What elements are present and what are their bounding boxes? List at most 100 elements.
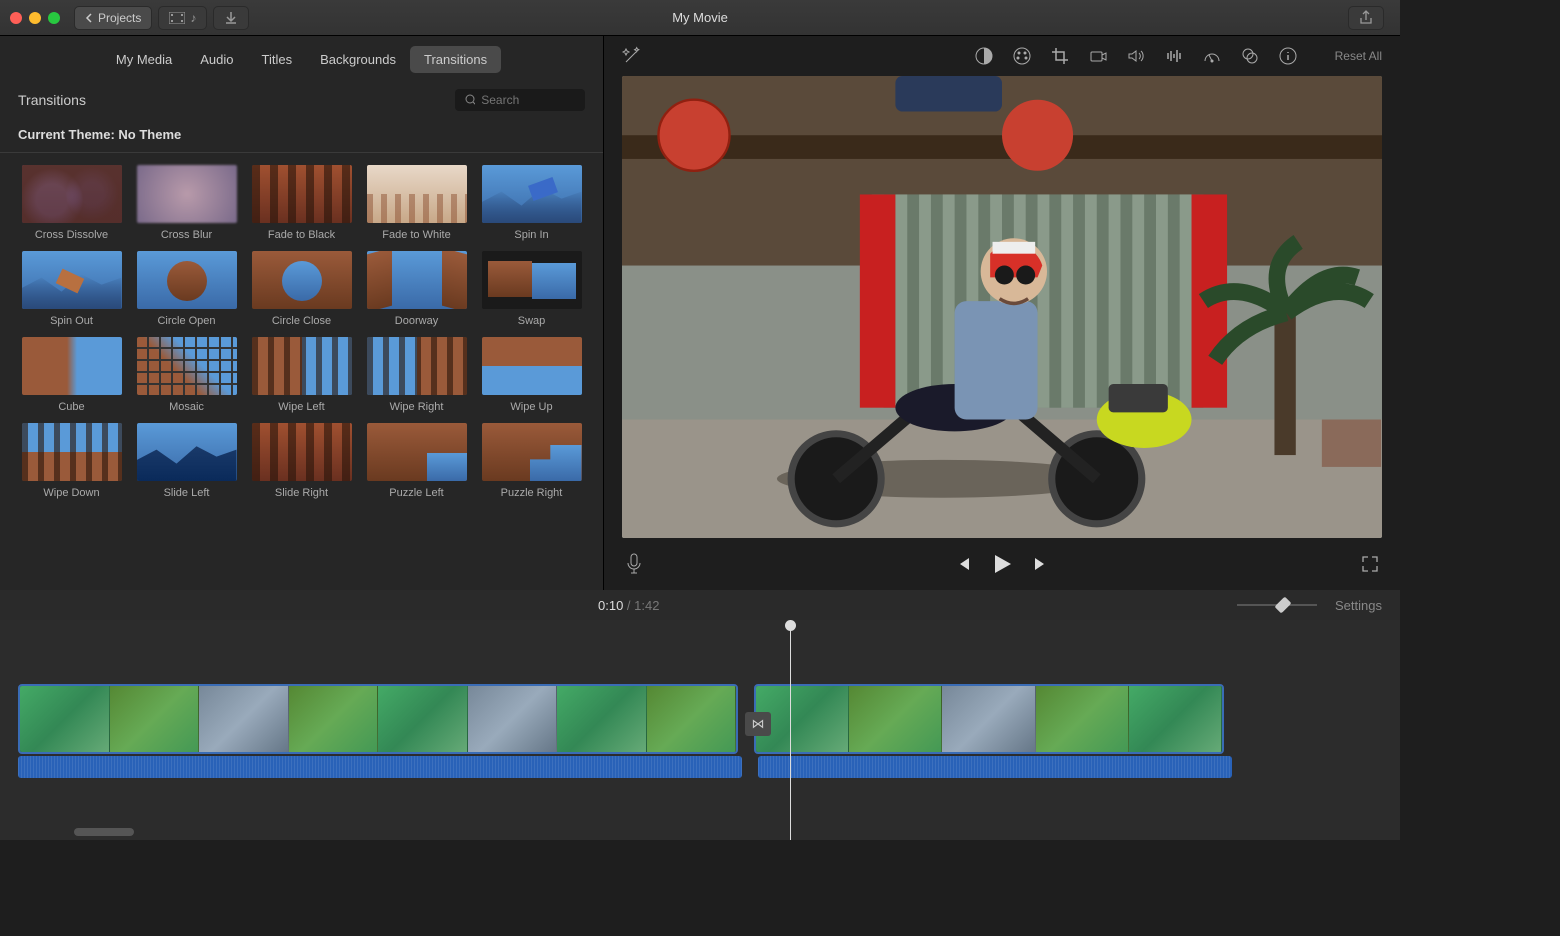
palette-icon xyxy=(1013,47,1031,65)
download-icon xyxy=(224,11,238,25)
projects-back-button[interactable]: Projects xyxy=(74,6,152,30)
transition-item[interactable]: Circle Open xyxy=(133,251,240,327)
transition-thumbnail xyxy=(482,337,582,395)
maximize-window-button[interactable] xyxy=(48,12,60,24)
transition-thumbnail xyxy=(252,337,352,395)
transition-label: Circle Open xyxy=(157,315,215,327)
import-button[interactable] xyxy=(213,6,249,30)
transition-thumbnail xyxy=(137,251,237,309)
filter-button[interactable] xyxy=(1241,47,1259,65)
crop-button[interactable] xyxy=(1051,47,1069,65)
browser-panel: My Media Audio Titles Backgrounds Transi… xyxy=(0,36,604,590)
transition-item[interactable]: Slide Left xyxy=(133,423,240,499)
close-window-button[interactable] xyxy=(10,12,22,24)
transition-item[interactable]: Fade to White xyxy=(363,165,470,241)
media-library-button[interactable]: ♪ xyxy=(158,6,207,30)
tab-titles[interactable]: Titles xyxy=(248,46,307,73)
panel-title: Transitions xyxy=(18,92,86,108)
transition-label: Wipe Down xyxy=(43,487,99,499)
transition-item[interactable]: Puzzle Right xyxy=(478,423,585,499)
search-input[interactable] xyxy=(481,93,575,107)
transition-item[interactable]: Cross Dissolve xyxy=(18,165,125,241)
color-correction-button[interactable] xyxy=(1013,47,1031,65)
audio-clip-2[interactable] xyxy=(758,756,1232,778)
zoom-slider[interactable] xyxy=(1237,599,1317,611)
enhance-button[interactable] xyxy=(622,46,642,66)
search-box[interactable] xyxy=(455,89,585,111)
transition-item[interactable]: Wipe Up xyxy=(478,337,585,413)
share-button[interactable] xyxy=(1348,6,1384,30)
transition-label: Mosaic xyxy=(169,401,204,413)
voiceover-button[interactable] xyxy=(626,553,642,575)
window-title: My Movie xyxy=(672,10,728,25)
info-button[interactable] xyxy=(1279,47,1297,65)
transition-item[interactable]: Wipe Left xyxy=(248,337,355,413)
fullscreen-button[interactable] xyxy=(1362,556,1378,572)
transition-item[interactable]: Doorway xyxy=(363,251,470,327)
transition-item[interactable]: Slide Right xyxy=(248,423,355,499)
tab-backgrounds[interactable]: Backgrounds xyxy=(306,46,410,73)
transition-label: Cube xyxy=(58,401,84,413)
window-controls xyxy=(10,12,60,24)
contrast-icon xyxy=(975,47,993,65)
transition-marker[interactable]: ⋈ xyxy=(745,712,771,736)
transition-item[interactable]: Circle Close xyxy=(248,251,355,327)
transition-item[interactable]: Cross Blur xyxy=(133,165,240,241)
video-clip-1[interactable] xyxy=(18,684,738,754)
current-theme-label: Current Theme: No Theme xyxy=(0,117,603,153)
camera-icon xyxy=(1089,47,1107,65)
timeline-header: 0:10 / 1:42 Settings xyxy=(0,590,1400,620)
timeline[interactable]: ⋈ xyxy=(0,620,1400,840)
transition-item[interactable]: Spin In xyxy=(478,165,585,241)
speaker-icon xyxy=(1127,47,1145,65)
noise-reduction-button[interactable] xyxy=(1165,47,1183,65)
transition-label: Doorway xyxy=(395,315,438,327)
transition-thumbnail xyxy=(367,165,467,223)
speed-button[interactable] xyxy=(1203,47,1221,65)
transition-label: Puzzle Right xyxy=(501,487,563,499)
minimize-window-button[interactable] xyxy=(29,12,41,24)
transition-thumbnail xyxy=(137,423,237,481)
audio-clip-1[interactable] xyxy=(18,756,742,778)
timeline-scrollbar[interactable] xyxy=(74,828,134,836)
transition-item[interactable]: Cube xyxy=(18,337,125,413)
tab-audio[interactable]: Audio xyxy=(186,46,247,73)
titlebar: Projects ♪ My Movie xyxy=(0,0,1400,36)
tab-transitions[interactable]: Transitions xyxy=(410,46,501,73)
transition-thumbnail xyxy=(137,165,237,223)
transition-thumbnail xyxy=(22,423,122,481)
transition-thumbnail xyxy=(367,423,467,481)
transition-thumbnail xyxy=(482,165,582,223)
transition-item[interactable]: Mosaic xyxy=(133,337,240,413)
transition-item[interactable]: Wipe Right xyxy=(363,337,470,413)
transition-label: Circle Close xyxy=(272,315,331,327)
transition-thumbnail xyxy=(482,251,582,309)
tab-my-media[interactable]: My Media xyxy=(102,46,186,73)
overlap-circles-icon xyxy=(1241,47,1259,65)
video-clip-2[interactable] xyxy=(754,684,1224,754)
transition-label: Spin Out xyxy=(50,315,93,327)
transition-label: Slide Right xyxy=(275,487,328,499)
crop-icon xyxy=(1051,47,1069,65)
timeline-settings-button[interactable]: Settings xyxy=(1335,598,1382,613)
play-button[interactable] xyxy=(990,552,1014,576)
transition-item[interactable]: Fade to Black xyxy=(248,165,355,241)
reset-all-button[interactable]: Reset All xyxy=(1335,49,1382,63)
preview-viewer[interactable] xyxy=(622,76,1382,538)
transition-item[interactable]: Puzzle Left xyxy=(363,423,470,499)
color-balance-button[interactable] xyxy=(975,47,993,65)
volume-button[interactable] xyxy=(1127,47,1145,65)
projects-back-label: Projects xyxy=(98,11,141,25)
transition-item[interactable]: Wipe Down xyxy=(18,423,125,499)
transition-thumbnail xyxy=(367,251,467,309)
timecode: 0:10 / 1:42 xyxy=(598,598,659,613)
previous-button[interactable] xyxy=(954,555,972,573)
share-icon xyxy=(1359,10,1373,26)
next-button[interactable] xyxy=(1032,555,1050,573)
playhead[interactable] xyxy=(790,620,791,840)
stabilization-button[interactable] xyxy=(1089,47,1107,65)
transition-item[interactable]: Spin Out xyxy=(18,251,125,327)
transition-label: Swap xyxy=(518,315,546,327)
transition-item[interactable]: Swap xyxy=(478,251,585,327)
zoom-knob[interactable] xyxy=(1275,597,1292,614)
